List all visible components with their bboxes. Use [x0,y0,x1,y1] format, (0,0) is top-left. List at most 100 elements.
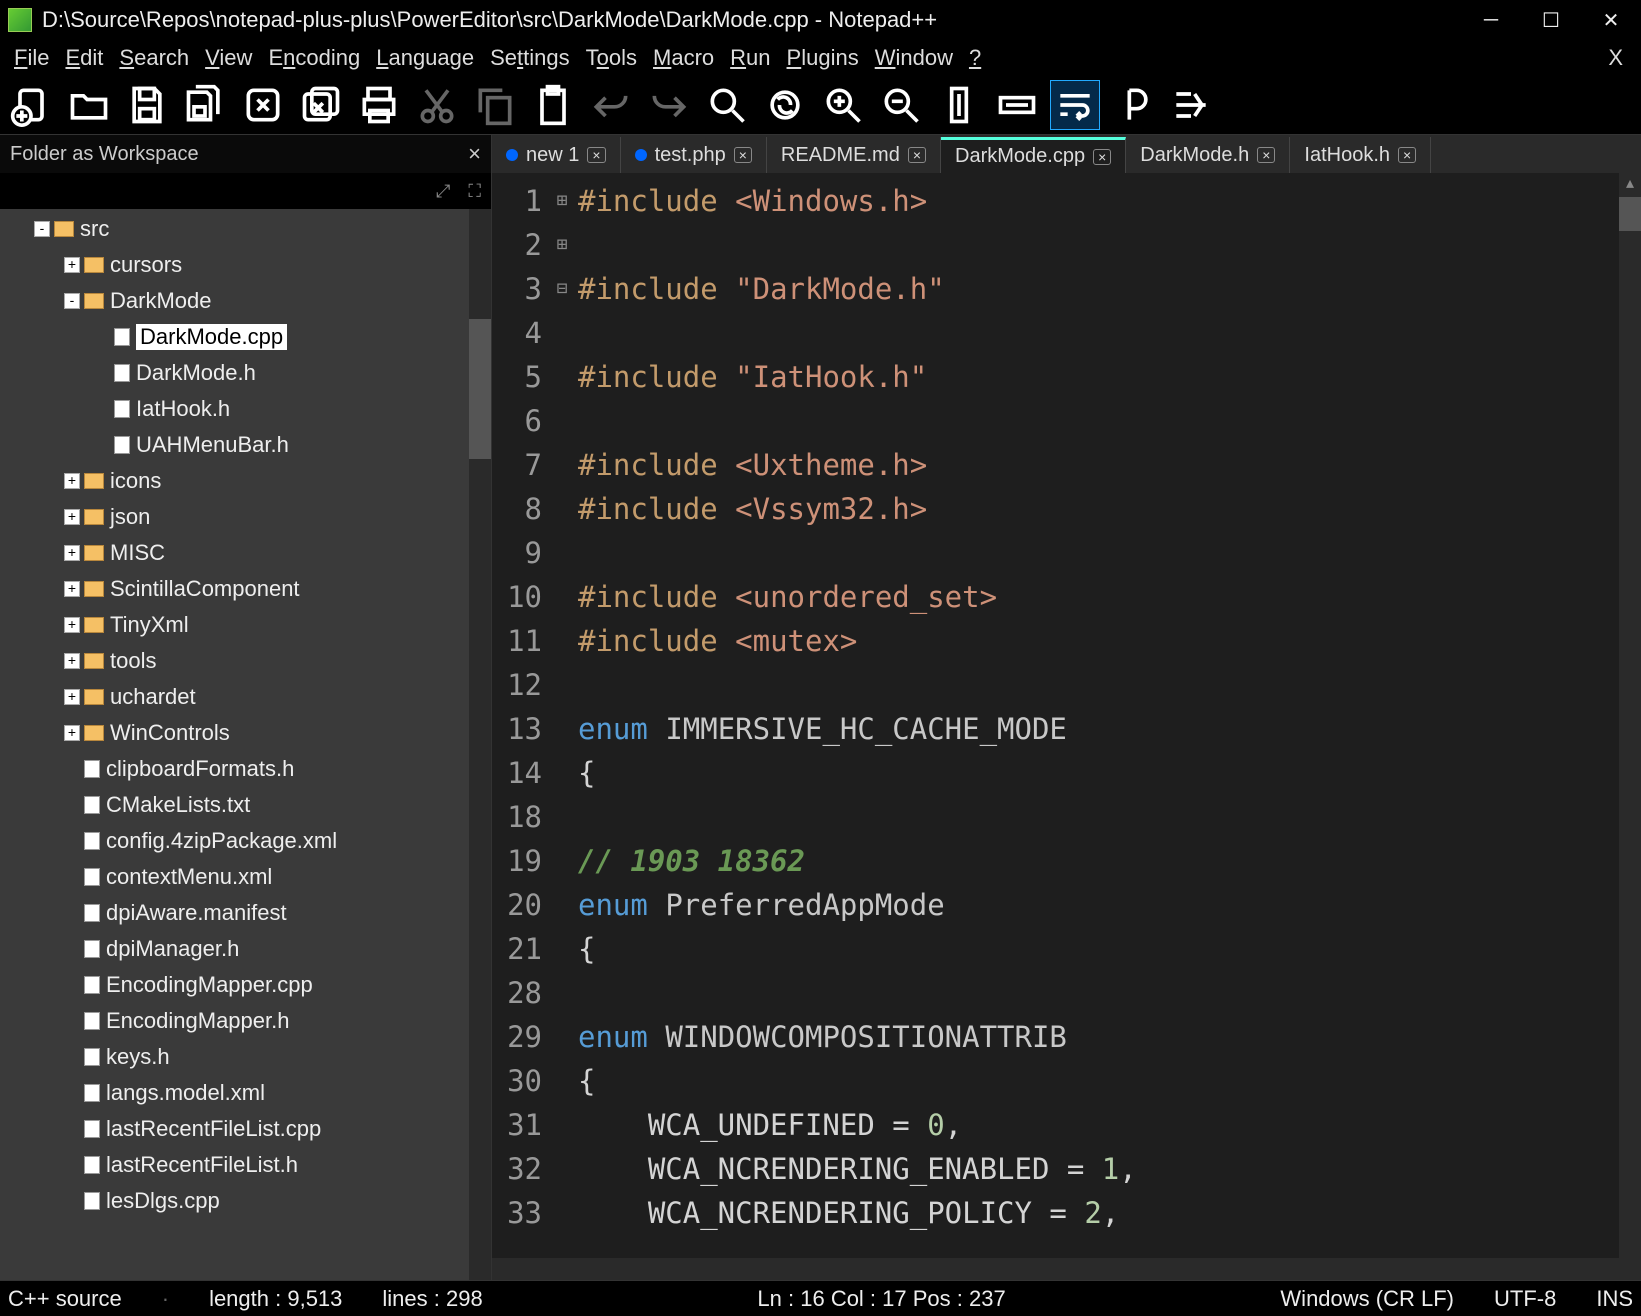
tree-file[interactable]: config.4zipPackage.xml [0,823,469,859]
replace-icon[interactable] [760,80,810,130]
code-text[interactable]: #include <Windows.h> #include "DarkMode.… [572,173,1619,1258]
tab-test-php[interactable]: test.php× [621,137,767,173]
tree-file[interactable]: EncodingMapper.h [0,1003,469,1039]
expander-icon[interactable]: + [64,545,80,561]
zoom-in-icon[interactable] [818,80,868,130]
cut-icon[interactable] [412,80,462,130]
menu-file[interactable]: File [8,43,55,73]
workspace-close-icon[interactable]: × [468,141,481,167]
undo-icon[interactable] [586,80,636,130]
tab-close-icon[interactable]: × [734,147,752,163]
tree-file[interactable]: UAHMenuBar.h [0,427,469,463]
tree-file[interactable]: DarkMode.h [0,355,469,391]
paste-icon[interactable] [528,80,578,130]
menu-window[interactable]: Window [869,43,959,73]
tree-file[interactable]: EncodingMapper.cpp [0,967,469,1003]
code-area[interactable]: 1 2 3 4 5 6 7 8 9 10 11 12 13 14 18 19 2… [492,173,1641,1258]
tree-file[interactable]: dpiManager.h [0,931,469,967]
tree-file[interactable]: CMakeLists.txt [0,787,469,823]
tree-folder[interactable]: +icons [0,463,469,499]
tree-file[interactable]: contextMenu.xml [0,859,469,895]
tab-README-md[interactable]: README.md× [767,137,941,173]
menu-language[interactable]: Language [370,43,480,73]
tree-file[interactable]: keys.h [0,1039,469,1075]
fold-gutter[interactable]: ⊞ ⊞ ⊟ [552,173,572,1258]
tab-close-icon[interactable]: × [1093,149,1111,165]
find-icon[interactable] [702,80,752,130]
expander-icon[interactable]: + [64,257,80,273]
tree-scrollbar[interactable] [469,209,491,1280]
menu-encoding[interactable]: Encoding [262,43,366,73]
redo-icon[interactable] [644,80,694,130]
menu-plugins[interactable]: Plugins [781,43,865,73]
editor-hscrollbar[interactable] [492,1258,1641,1280]
copy-icon[interactable] [470,80,520,130]
menu-search[interactable]: Search [113,43,195,73]
file-tree[interactable]: -src+cursors-DarkModeDarkMode.cppDarkMod… [0,209,491,1280]
tree-file[interactable]: langs.model.xml [0,1075,469,1111]
tree-folder[interactable]: +uchardet [0,679,469,715]
tab-DarkMode-h[interactable]: DarkMode.h× [1126,137,1290,173]
tree-file[interactable]: lastRecentFileList.cpp [0,1111,469,1147]
sync-vscroll-icon[interactable] [934,80,984,130]
tree-folder[interactable]: -DarkMode [0,283,469,319]
tree-folder[interactable]: +MISC [0,535,469,571]
expander-icon[interactable]: - [34,221,50,237]
expander-icon[interactable]: + [64,689,80,705]
menu-help[interactable]: ? [963,43,987,73]
expander-icon[interactable]: + [64,581,80,597]
save-icon[interactable] [122,80,172,130]
tree-file[interactable]: DarkMode.cpp [0,319,469,355]
tab-close-icon[interactable]: × [908,147,926,163]
expander-icon[interactable]: + [64,653,80,669]
save-all-icon[interactable] [180,80,230,130]
show-symbols-icon[interactable] [1108,80,1158,130]
expander-icon[interactable]: + [64,725,80,741]
menu-run[interactable]: Run [724,43,776,73]
tree-file[interactable]: lastRecentFileList.h [0,1147,469,1183]
tree-folder[interactable]: +cursors [0,247,469,283]
close-file-icon[interactable] [238,80,288,130]
tree-file[interactable]: IatHook.h [0,391,469,427]
print-icon[interactable] [354,80,404,130]
tree-folder[interactable]: +TinyXml [0,607,469,643]
zoom-out-icon[interactable] [876,80,926,130]
menu-settings[interactable]: Settings [484,43,576,73]
tab-close-icon[interactable]: × [587,147,605,163]
tree-folder[interactable]: +ScintillaComponent [0,571,469,607]
indent-guide-icon[interactable] [1166,80,1216,130]
tree-file[interactable]: clipboardFormats.h [0,751,469,787]
workspace-collapse-icon[interactable]: ⤢ [436,181,450,202]
tab-DarkMode-cpp[interactable]: DarkMode.cpp× [941,137,1126,173]
sync-hscroll-icon[interactable] [992,80,1042,130]
new-file-icon[interactable] [6,80,56,130]
editor-vscrollbar[interactable]: ▴ [1619,173,1641,1258]
close-button[interactable]: ✕ [1581,0,1641,40]
tab-new-1[interactable]: new 1× [492,137,621,173]
tree-folder[interactable]: +tools [0,643,469,679]
menu-tools[interactable]: Tools [580,43,643,73]
menu-macro[interactable]: Macro [647,43,720,73]
menu-x[interactable]: X [1602,43,1633,73]
menu-view[interactable]: View [199,43,258,73]
open-file-icon[interactable] [64,80,114,130]
tree-folder[interactable]: +json [0,499,469,535]
tree-file[interactable]: lesDlgs.cpp [0,1183,469,1219]
tree-file[interactable]: dpiAware.manifest [0,895,469,931]
expander-icon[interactable]: + [64,617,80,633]
folder-icon [54,221,74,237]
workspace-expand-icon[interactable]: ⛶ [468,181,481,202]
expander-icon[interactable]: + [64,509,80,525]
tab-close-icon[interactable]: × [1398,147,1416,163]
expander-icon[interactable]: + [64,473,80,489]
tree-folder[interactable]: -src [0,211,469,247]
maximize-button[interactable]: ☐ [1521,0,1581,40]
minimize-button[interactable]: ─ [1461,0,1521,40]
menu-edit[interactable]: Edit [59,43,109,73]
tab-IatHook-h[interactable]: IatHook.h× [1290,137,1431,173]
tree-folder[interactable]: +WinControls [0,715,469,751]
wordwrap-icon[interactable] [1050,80,1100,130]
tab-close-icon[interactable]: × [1257,147,1275,163]
expander-icon[interactable]: - [64,293,80,309]
close-all-icon[interactable] [296,80,346,130]
